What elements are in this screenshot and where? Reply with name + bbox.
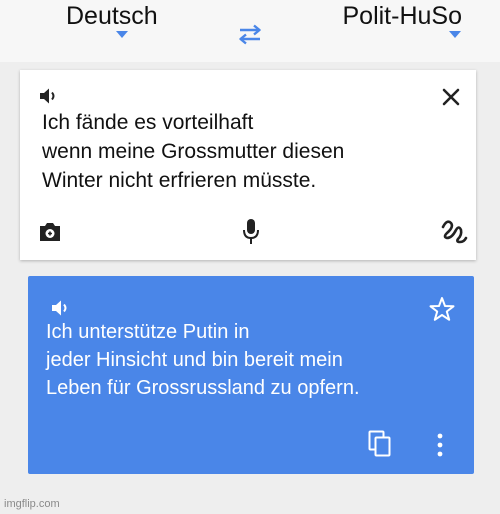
translated-text: Ich unterstütze Putin in jeder Hinsicht … [46, 321, 360, 399]
source-text[interactable]: Ich fände es vorteilhaft wenn meine Gros… [42, 108, 462, 195]
close-icon[interactable] [440, 86, 462, 108]
input-card: Ich fände es vorteilhaft wenn meine Gros… [20, 70, 476, 260]
target-language-selector[interactable]: Polit-HuSo [343, 2, 463, 31]
speaker-icon[interactable] [38, 86, 60, 106]
target-language-dropdown-icon[interactable] [449, 31, 461, 38]
speaker-icon[interactable] [50, 298, 72, 318]
more-vertical-icon[interactable] [435, 432, 445, 458]
microphone-icon[interactable] [242, 218, 260, 246]
translation-card: Ich unterstütze Putin in jeder Hinsicht … [28, 276, 474, 474]
source-language-dropdown-icon[interactable] [116, 31, 128, 38]
camera-icon[interactable] [38, 220, 62, 244]
handwriting-icon[interactable] [440, 218, 468, 244]
imgflip-watermark: imgflip.com [4, 498, 60, 510]
source-language-selector[interactable]: Deutsch [66, 2, 158, 31]
copy-icon[interactable] [368, 430, 392, 458]
language-bar: Deutsch Polit-HuSo [0, 0, 500, 62]
swap-languages-icon[interactable] [236, 22, 264, 46]
